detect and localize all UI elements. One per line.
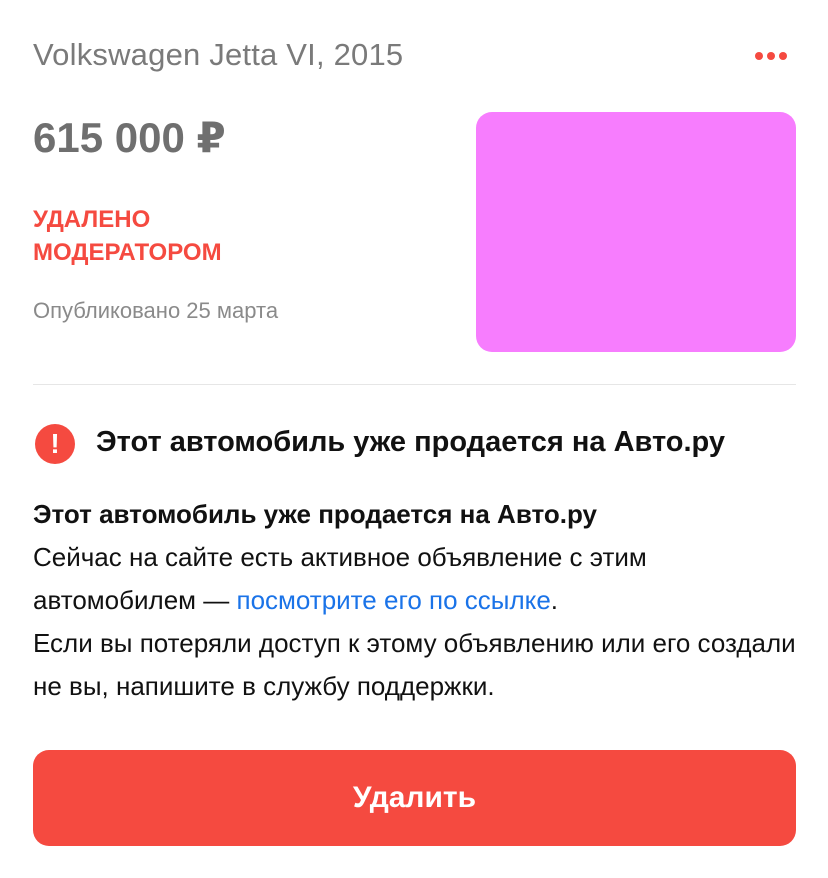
published-date: Опубликовано 25 марта	[33, 298, 279, 323]
listing-price: 615 000 ₽	[33, 114, 226, 161]
more-dots-icon	[779, 52, 787, 60]
notice-support-text: Если вы потеряли доступ к этому объявлен…	[33, 628, 796, 701]
more-dots-icon	[755, 52, 763, 60]
listing-link[interactable]: посмотрите его по ссылке	[236, 585, 550, 615]
more-dots-icon	[767, 52, 775, 60]
car-photo[interactable]	[476, 112, 796, 352]
notice-title: Этот автомобиль уже продается на Авто.ру	[96, 426, 726, 458]
notice-message: Этот автомобиль уже продается на Авто.ру…	[33, 493, 803, 708]
divider	[33, 384, 796, 385]
listing-title[interactable]: Volkswagen Jetta VI, 2015	[33, 37, 403, 73]
status-badge: УДАЛЕНО МОДЕРАТОРОМ	[33, 206, 222, 266]
listing-card: Volkswagen Jetta VI, 2015 615 000 ₽ УДАЛ…	[0, 0, 828, 878]
notice-text-end: .	[550, 585, 559, 615]
exclamation-icon: !	[35, 424, 75, 464]
notice-heading: Этот автомобиль уже продается на Авто.ру	[33, 499, 597, 529]
more-options-button[interactable]	[748, 44, 794, 68]
delete-button[interactable]: Удалить	[33, 750, 796, 846]
